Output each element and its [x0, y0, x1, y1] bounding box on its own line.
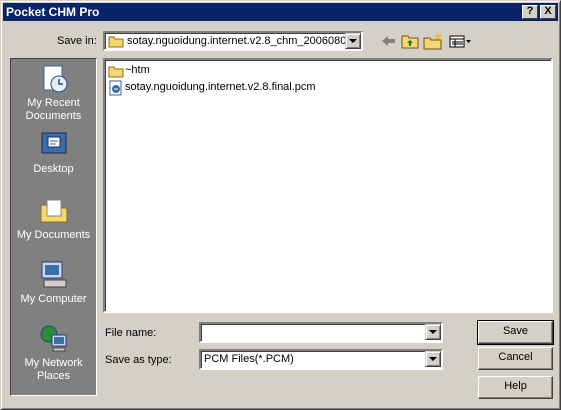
up-folder-icon	[401, 35, 419, 49]
place-label: Desktop	[33, 163, 74, 175]
save-as-type-value: PCM Files(*.PCM)	[204, 353, 294, 365]
my-computer-icon	[38, 259, 70, 291]
up-folder-button[interactable]	[399, 30, 421, 52]
save-in-label: Save in:	[57, 35, 97, 47]
place-my-recent-documents[interactable]: My Recent Documents	[11, 63, 96, 123]
file-name: sotay.nguoidung.internet.v2.8.final.pcm	[125, 81, 316, 93]
file-list[interactable]: ~htm sotay.nguoidung.internet.v2.8.final…	[103, 58, 553, 313]
places-bar: My Recent Documents Desktop My Documents	[10, 58, 97, 396]
back-arrow-icon	[382, 36, 395, 46]
file-name-label: File name:	[105, 327, 157, 339]
back-button[interactable]	[377, 30, 399, 52]
chevron-down-icon[interactable]	[425, 351, 441, 367]
help-title-button[interactable]: ?	[522, 5, 538, 19]
cancel-button[interactable]: Cancel	[478, 347, 553, 370]
file-name-input[interactable]	[199, 322, 443, 343]
save-in-dropdown[interactable]: sotay.nguoidung.internet.v2.8_chm_200608…	[103, 31, 363, 51]
network-places-icon	[38, 323, 70, 355]
pcm-file-icon	[109, 80, 122, 96]
place-label: My Documents	[16, 229, 91, 241]
place-desktop[interactable]: Desktop	[11, 129, 96, 176]
recent-documents-icon	[38, 63, 70, 95]
desktop-icon	[38, 129, 70, 161]
help-button[interactable]: Help	[478, 376, 553, 399]
save-in-value: sotay.nguoidung.internet.v2.8_chm_200608…	[127, 35, 351, 47]
place-label: My Network Places	[24, 357, 83, 382]
file-name: ~htm	[125, 64, 150, 76]
views-menu-button[interactable]	[447, 30, 473, 52]
save-as-type-select[interactable]: PCM Files(*.PCM)	[199, 349, 443, 370]
place-my-documents[interactable]: My Documents	[11, 195, 96, 242]
place-label: My Recent Documents	[25, 97, 82, 122]
save-as-type-label: Save as type:	[105, 354, 172, 366]
new-folder-button[interactable]	[422, 30, 444, 52]
view-menu-icon	[449, 35, 471, 48]
save-dialog: Pocket CHM Pro ? X Save in: sotay.nguoid…	[0, 0, 561, 410]
folder-icon	[108, 66, 124, 78]
place-label: My Computer	[20, 293, 87, 305]
close-button[interactable]: X	[540, 5, 556, 19]
chevron-down-icon[interactable]	[345, 33, 361, 49]
new-folder-icon	[423, 32, 442, 50]
place-my-computer[interactable]: My Computer	[11, 259, 96, 306]
chevron-down-icon[interactable]	[425, 324, 441, 340]
title-bar: Pocket CHM Pro ? X	[3, 3, 558, 21]
folder-icon	[108, 36, 124, 48]
my-documents-icon	[38, 195, 70, 227]
place-my-network-places[interactable]: My Network Places	[11, 323, 96, 383]
save-button[interactable]: Save	[477, 320, 554, 345]
window-title: Pocket CHM Pro	[6, 5, 100, 19]
